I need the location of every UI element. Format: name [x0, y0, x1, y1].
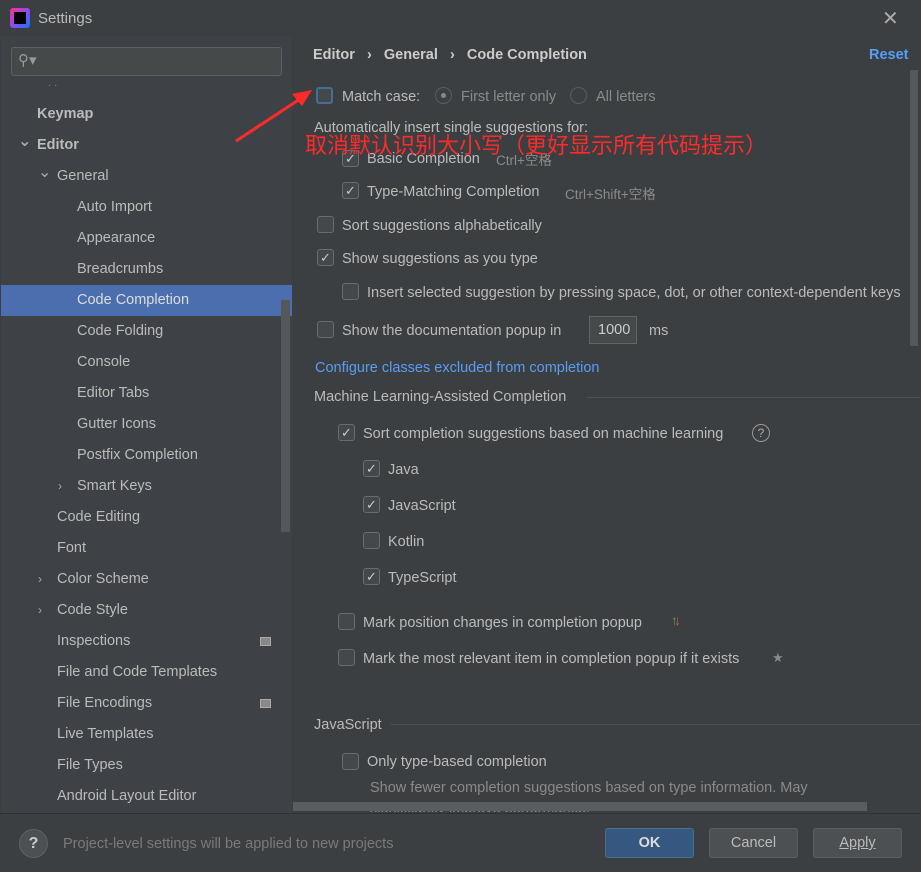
annotation-text: 取消默认识别大小写（更好显示所有代码提示）	[305, 133, 768, 158]
